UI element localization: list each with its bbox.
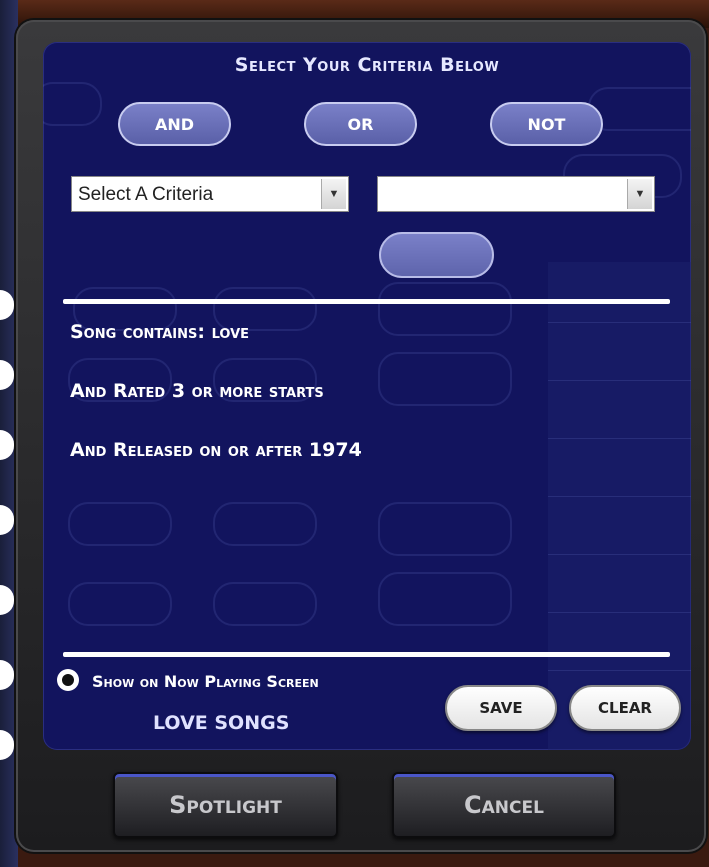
criteria-line: And Rated 3 or more starts — [70, 380, 324, 402]
background-shape — [378, 572, 512, 626]
not-button[interactable]: NOT — [490, 102, 603, 146]
criteria-select-value: Select A Criteria — [78, 184, 214, 205]
radio-selected-dot — [62, 674, 74, 686]
spotlight-button[interactable]: Spotlight — [113, 772, 338, 838]
value-select[interactable]: ▼ — [377, 176, 655, 212]
background-queue-column — [548, 262, 691, 750]
or-button[interactable]: OR — [304, 102, 417, 146]
background-shape — [213, 502, 317, 546]
criteria-panel: Select Your Criteria Below AND OR NOT Se… — [43, 42, 691, 750]
chevron-down-icon[interactable]: ▼ — [627, 179, 652, 209]
show-on-now-playing-label: Show on Now Playing Screen — [92, 672, 319, 691]
background-shape — [43, 82, 102, 126]
criteria-select[interactable]: Select A Criteria ▼ — [71, 176, 349, 212]
cancel-button[interactable]: Cancel — [392, 772, 616, 838]
background-shape — [68, 582, 172, 626]
criteria-line: Song contains: love — [70, 321, 250, 343]
background-shape — [378, 352, 512, 406]
save-button[interactable]: SAVE — [445, 685, 557, 731]
divider-top — [63, 299, 670, 304]
background-shape — [588, 87, 691, 131]
show-on-now-playing-radio[interactable] — [57, 669, 79, 691]
clear-button[interactable]: CLEAR — [569, 685, 681, 731]
and-button[interactable]: AND — [118, 102, 231, 146]
background-shape — [68, 502, 172, 546]
criteria-line: And Released on or after 1974 — [70, 439, 362, 461]
background-shape — [378, 502, 512, 556]
list-name-label: LOVE SONGS — [153, 712, 290, 734]
chevron-down-icon[interactable]: ▼ — [321, 179, 346, 209]
add-criteria-button[interactable] — [379, 232, 494, 278]
dialog-title: Select Your Criteria Below — [234, 54, 500, 76]
background-shape — [213, 582, 317, 626]
background-shape — [378, 282, 512, 336]
divider-bottom — [63, 652, 670, 657]
